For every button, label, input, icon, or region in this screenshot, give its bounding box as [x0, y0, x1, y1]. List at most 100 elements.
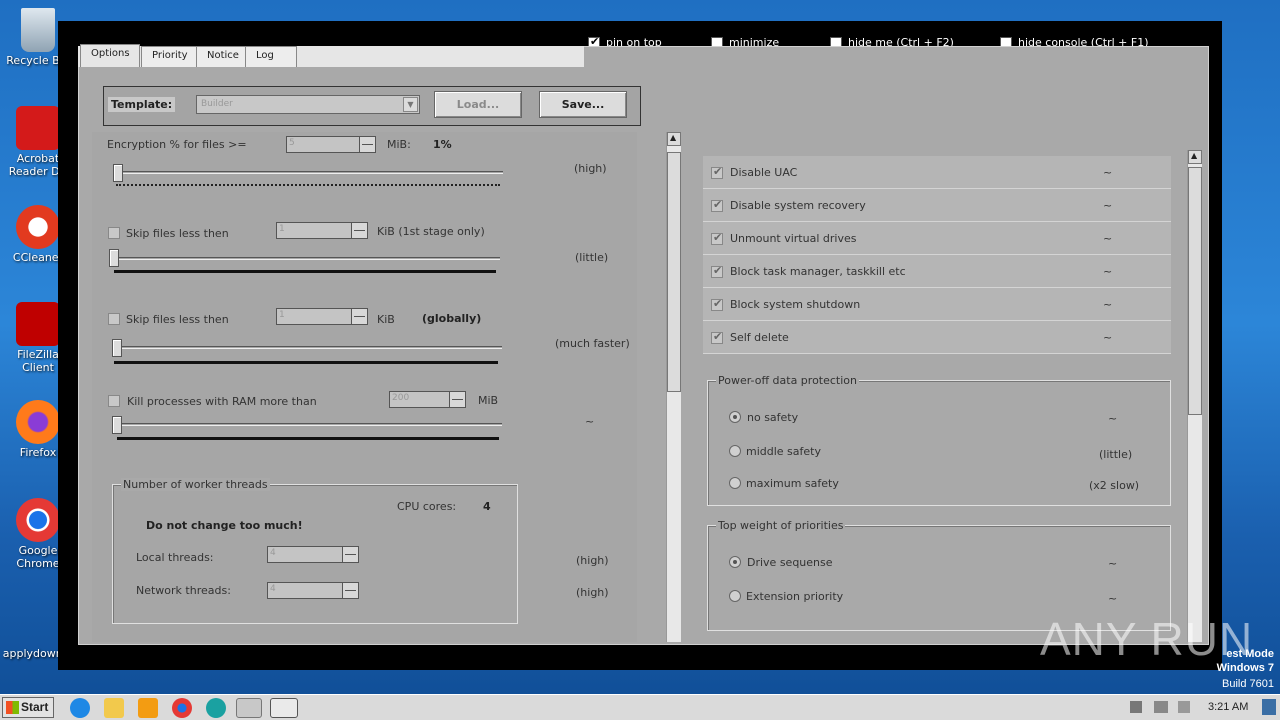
skip-files-2-checkbox[interactable]: [108, 313, 120, 325]
scroll-up-icon[interactable]: [667, 132, 681, 146]
media-player-icon[interactable]: [138, 698, 158, 718]
show-desktop-icon[interactable]: [1262, 699, 1276, 715]
chrome-icon: [16, 498, 60, 542]
load-button[interactable]: Load...: [434, 91, 522, 118]
desktop-icon-label: FileZilla Client: [17, 348, 59, 374]
spinner-arrows[interactable]: [351, 223, 367, 238]
save-button[interactable]: Save...: [539, 91, 627, 118]
template-select[interactable]: Builder ▼: [196, 95, 420, 114]
feature-tilde: ~: [1103, 331, 1113, 344]
tab-options[interactable]: Options: [80, 44, 140, 67]
template-select-value: Builder: [201, 99, 233, 109]
local-threads-spinner[interactable]: 4: [267, 546, 359, 563]
encryption-slider[interactable]: [113, 164, 123, 182]
chevron-down-icon[interactable]: ▼: [403, 97, 418, 112]
spinner-arrows[interactable]: [351, 309, 367, 324]
skip-files-2-label: Skip files less then: [126, 313, 229, 326]
feature-row[interactable]: Unmount virtual drives ~: [703, 222, 1171, 255]
encryption-spinner[interactable]: 5: [286, 136, 376, 153]
right-panel-scrollbar[interactable]: [1187, 150, 1202, 642]
skip-files-1-checkbox[interactable]: [108, 227, 120, 239]
ie-icon[interactable]: [70, 698, 90, 718]
kill-processes-checkbox[interactable]: [108, 395, 120, 407]
feature-label: Block task manager, taskkill etc: [730, 265, 906, 278]
scrollbar-thumb[interactable]: [667, 152, 681, 392]
skip-files-1-spinner[interactable]: 1: [276, 222, 368, 239]
checkbox-box[interactable]: [711, 330, 723, 344]
encryption-hint: (high): [574, 162, 607, 175]
tab-notice[interactable]: Notice: [196, 46, 246, 67]
skip-files-2-slider-bar: [114, 361, 498, 364]
skip-files-1-hint: (little): [575, 251, 609, 264]
spinner-arrows[interactable]: [342, 547, 358, 562]
extension-priority-hint: ~: [1108, 592, 1118, 605]
middle-safety-radio[interactable]: [729, 445, 741, 457]
test-mode-line: Build 7601: [1222, 678, 1274, 690]
network-threads-spinner[interactable]: 4: [267, 582, 359, 599]
windows-logo-icon: [6, 701, 19, 714]
feature-row[interactable]: Block system shutdown ~: [703, 288, 1171, 321]
encryption-percent: 1%: [433, 138, 452, 151]
edge-icon[interactable]: [206, 698, 226, 718]
explorer-icon[interactable]: [104, 698, 124, 718]
recycle-bin-icon: [21, 8, 55, 52]
kill-processes-slider[interactable]: [112, 416, 122, 434]
app-window-icon[interactable]: [236, 698, 262, 718]
firefox-icon: [16, 400, 60, 444]
chrome-icon[interactable]: [172, 698, 192, 718]
scrollbar-thumb[interactable]: [1188, 167, 1202, 415]
flag-icon[interactable]: [1178, 701, 1190, 713]
no-safety-radio[interactable]: [729, 411, 741, 423]
active-app-icon[interactable]: [270, 698, 298, 718]
maximum-safety-radio[interactable]: [729, 477, 741, 489]
speaker-icon[interactable]: [1130, 701, 1142, 713]
skip-files-2-slider[interactable]: [112, 339, 122, 357]
drive-sequence-radio[interactable]: [729, 556, 741, 568]
skip-files-1-slider[interactable]: [109, 249, 119, 267]
poweroff-title: Power-off data protection: [716, 374, 859, 387]
kill-processes-slider-bar: [117, 437, 499, 440]
cpu-cores-value: 4: [483, 500, 491, 513]
scroll-up-icon[interactable]: [1188, 150, 1202, 164]
filezilla-icon: [16, 302, 60, 346]
maximum-safety-hint: (x2 slow): [1089, 479, 1140, 492]
network-icon[interactable]: [1154, 701, 1168, 713]
ccleaner-icon: [16, 205, 60, 249]
network-threads-hint: (high): [576, 586, 609, 599]
checkbox-box[interactable]: [711, 198, 723, 212]
spinner-value: 200: [392, 393, 410, 403]
checkbox-box[interactable]: [711, 231, 723, 245]
feature-row[interactable]: Disable UAC ~: [703, 156, 1171, 189]
anyrun-watermark: ANY RUN: [1040, 613, 1254, 665]
skip-files-1-unit: KiB (1st stage only): [377, 225, 485, 238]
skip-files-1-label: Skip files less then: [126, 227, 229, 240]
checkbox-box[interactable]: [711, 165, 723, 179]
checkbox-box[interactable]: [711, 264, 723, 278]
tab-bar: Options Priority Notice Log: [78, 44, 584, 67]
left-panel-scrollbar[interactable]: [666, 132, 681, 642]
skip-files-2-spinner[interactable]: 1: [276, 308, 368, 325]
feature-label: Block system shutdown: [730, 298, 861, 311]
middle-safety-label: middle safety: [746, 445, 821, 458]
feature-row[interactable]: Block task manager, taskkill etc ~: [703, 255, 1171, 288]
spinner-arrows[interactable]: [359, 137, 375, 152]
feature-row[interactable]: Self delete ~: [703, 321, 1171, 354]
extension-priority-radio[interactable]: [729, 590, 741, 602]
encryption-unit: MiB:: [387, 138, 411, 151]
feature-label: Disable UAC: [730, 166, 798, 179]
kill-processes-spinner[interactable]: 200: [389, 391, 466, 408]
clock[interactable]: 3:21 AM: [1208, 701, 1248, 713]
drive-sequence-hint: ~: [1108, 557, 1118, 570]
spinner-arrows[interactable]: [449, 392, 465, 407]
kill-processes-unit: MiB: [478, 394, 499, 407]
desktop-icon-label: Google Chrome: [16, 544, 60, 570]
checkbox-box[interactable]: [711, 297, 723, 311]
feature-row[interactable]: Disable system recovery ~: [703, 189, 1171, 222]
spinner-arrows[interactable]: [342, 583, 358, 598]
tab-log[interactable]: Log: [245, 46, 297, 67]
start-button[interactable]: Start: [2, 697, 54, 718]
feature-tilde: ~: [1103, 232, 1113, 245]
cpu-cores-label: CPU cores:: [397, 500, 457, 513]
feature-tilde: ~: [1103, 199, 1113, 212]
tab-priority[interactable]: Priority: [141, 46, 197, 67]
